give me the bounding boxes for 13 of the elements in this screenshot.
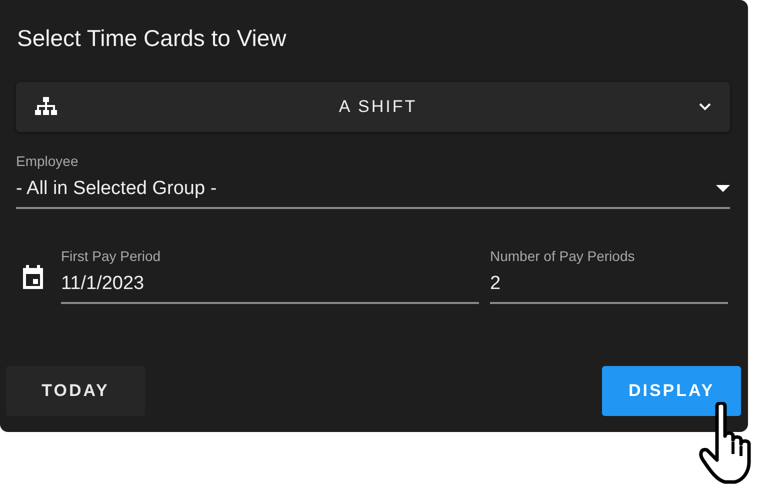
caret-icon [716,185,730,194]
number-field[interactable]: 2 [490,268,728,304]
dialog-title: Select Time Cards to View [17,27,288,50]
field-label: Number of Pay Periods [490,248,635,263]
hierarchy-icon [34,96,58,118]
today-button[interactable]: TODAY [6,366,145,416]
group-selector[interactable]: A SHIFT [16,82,730,132]
date-field[interactable]: 11/1/2023 [61,268,479,304]
field-label: Employee [16,154,78,168]
calendar-icon [20,264,46,290]
field-label: First Pay Period [61,248,161,263]
employee-dropdown[interactable]: - All in Selected Group - [16,174,730,209]
chevron-down-icon [698,102,712,112]
